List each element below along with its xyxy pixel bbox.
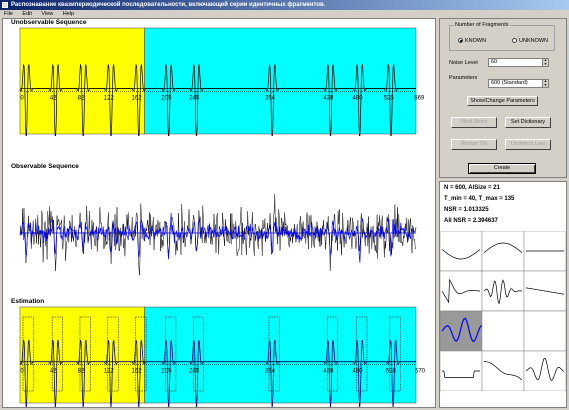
set-dictionary-button[interactable]: Set Dictionary [505, 117, 551, 128]
show-change-parameters-button[interactable]: Show/Change Parameters [467, 96, 538, 106]
tick-label-438: 438 [323, 369, 334, 375]
restart-button[interactable]: Restart Do [451, 139, 497, 150]
info-line-1: N = 600, AlSize = 21 [444, 185, 500, 191]
noise-level-label: Noise Level [449, 60, 478, 66]
tick-label-245: 245 [189, 95, 200, 101]
title-bar: Распознавание квазипериодической последо… [0, 0, 569, 10]
menu-edit[interactable]: Edit [22, 10, 31, 18]
tick-label-570: 570 [415, 369, 426, 375]
tick-label-122: 122 [104, 369, 115, 375]
tick-label-528: 528 [386, 369, 397, 375]
noise-level-field[interactable]: 60 ▲ ▼ [488, 58, 549, 67]
tick-label-480: 480 [352, 369, 363, 375]
menu-help[interactable]: Help [63, 10, 74, 18]
observable-plot [19, 194, 417, 276]
plots-pane: Unobservable Sequence 0 42 82 122 162 205 245 3… [2, 18, 436, 408]
info-line-4: All NSR = 2.394637 [444, 218, 498, 224]
menu-view[interactable]: View [41, 10, 53, 18]
tick-label-205: 205 [161, 369, 172, 375]
cyan-region [144, 27, 417, 135]
app-icon [2, 2, 8, 8]
unobservable-title: Unobservable Sequence [11, 19, 87, 26]
next-word-button[interactable]: Next Word [451, 117, 497, 128]
dictionary-grid [440, 231, 566, 391]
parameters-label: Parameters [449, 75, 478, 81]
tick-label-42: 42 [50, 95, 57, 101]
tick-label-438: 438 [323, 95, 334, 101]
tick-label-480: 480 [352, 95, 363, 101]
unknown-radio[interactable]: UNKNOWN [512, 38, 548, 45]
info-line-3: NSR = 1.013325 [444, 207, 489, 213]
tick-label-245: 245 [189, 369, 200, 375]
info-line-2: T_min = 40, T_max = 135 [444, 196, 515, 202]
dict-tile-arch-up [440, 231, 483, 272]
unknown-radio-dot [512, 38, 517, 44]
dict-tile-arch-down [481, 231, 525, 272]
fragments-group: Number of Fragments KNOWN UNKNOWN [449, 22, 555, 51]
tick-label-162: 162 [132, 369, 143, 375]
tick-label-205: 205 [161, 95, 172, 101]
menu-file[interactable]: File [4, 10, 13, 18]
dict-tile-spike-wave [523, 350, 566, 391]
tick-label-354: 354 [265, 369, 276, 375]
cyan-region [144, 306, 417, 404]
window-title: Распознавание квазипериодической последо… [11, 2, 326, 8]
parameters-spin-icon[interactable]: ▲ ▼ [542, 79, 548, 87]
parameters-select[interactable]: 600 (Standard) ▲ ▼ [488, 79, 549, 88]
tick-label-122: 122 [104, 95, 115, 101]
menu-bar: File Edit View Help [0, 10, 569, 18]
unobservable-plot: 0 42 82 122 162 205 245 354 438 480 525 569 [19, 27, 425, 136]
tick-label-82: 82 [78, 95, 85, 101]
known-radio-dot [458, 38, 463, 44]
tick-label-525: 525 [384, 95, 395, 101]
info-panel: N = 600, AlSize = 21 T_min = 40, T_max =… [439, 181, 567, 408]
tick-label-82: 82 [78, 369, 85, 375]
undefect-last-button[interactable]: Undefect Last [505, 139, 551, 150]
dict-tile-tile-empty-2 [481, 310, 525, 352]
control-panel: Number of Fragments KNOWN UNKNOWN Noise … [439, 18, 567, 178]
estimation-plot: 0 42 82 122 162 205 245 354 438 480 528 570 [19, 306, 426, 407]
fragments-group-label: Number of Fragments [454, 22, 510, 28]
tick-label-569: 569 [414, 95, 425, 101]
known-radio[interactable]: KNOWN [458, 38, 486, 45]
create-button[interactable]: Create [468, 163, 536, 174]
dict-tile-tile-empty-3 [523, 310, 566, 352]
noise-spin-icon[interactable]: ▲ ▼ [542, 58, 548, 66]
tick-label-42: 42 [50, 369, 57, 375]
tick-label-354: 354 [265, 95, 276, 101]
dict-tile-ramp-wave [481, 350, 525, 391]
tick-label-162: 162 [132, 95, 143, 101]
